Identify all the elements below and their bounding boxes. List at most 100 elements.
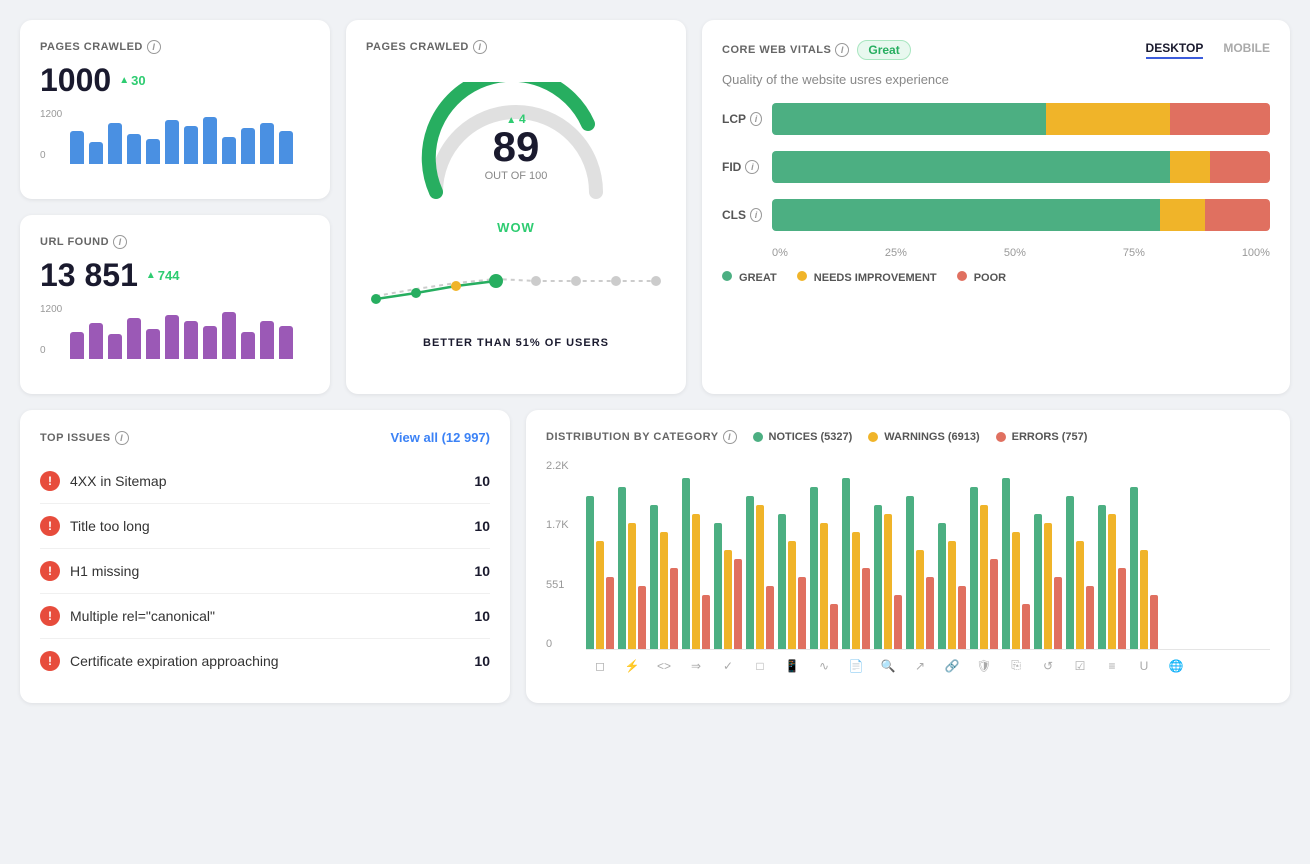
warnings-bar (948, 541, 956, 649)
cwv-fid-track (772, 151, 1270, 183)
bar (89, 142, 103, 164)
cwv-legend-needs: NEEDS IMPROVEMENT (797, 271, 937, 284)
notices-bar (938, 523, 946, 649)
errors-bar (766, 586, 774, 649)
warnings-bar (660, 532, 668, 649)
warnings-bar (884, 514, 892, 649)
tab-desktop[interactable]: DESKTOP (1146, 41, 1204, 59)
dist-legend-notices: NOTICES (5327) (753, 431, 853, 443)
notices-bar (586, 496, 594, 649)
icon-check: ✓ (714, 658, 742, 673)
issue-count: 10 (474, 518, 490, 534)
icon-checkbox: ☑ (1066, 658, 1094, 673)
bottom-row: TOP ISSUES i View all (12 997) ! 4XX in … (20, 410, 1290, 703)
cwv-badge: Great (857, 40, 910, 60)
issues-info-icon[interactable]: i (115, 431, 129, 445)
dist-header: DISTRIBUTION BY CATEGORY i NOTICES (5327… (546, 430, 1270, 444)
bar (70, 332, 84, 360)
pages-crawled-card: PAGES CRAWLED i 1000 30 1200 0 (20, 20, 330, 199)
cwv-label: CORE WEB VITALS i (722, 43, 849, 57)
bar (165, 315, 179, 359)
cwv-cls-row: CLS i (722, 199, 1270, 231)
gauge-card: PAGES CRAWLED i 4 89 OUT OF 100 WOW (346, 20, 686, 394)
errors-bar (894, 595, 902, 649)
issues-list: ! 4XX in Sitemap 10 ! Title too long 10 … (40, 459, 490, 683)
cwv-info-icon[interactable]: i (835, 43, 849, 57)
notices-bar (682, 478, 690, 649)
bar (222, 137, 236, 165)
issue-label: Multiple rel="canonical" (70, 608, 464, 624)
errors-bar (1150, 595, 1158, 649)
dist-bar-group (682, 478, 710, 649)
errors-dot (996, 432, 1006, 442)
dist-bar-group (650, 505, 678, 649)
url-found-label: URL FOUND i (40, 235, 310, 249)
cwv-lcp-label: LCP i (722, 112, 762, 126)
dist-bar-group (586, 496, 614, 649)
distribution-card: DISTRIBUTION BY CATEGORY i NOTICES (5327… (526, 410, 1290, 703)
issue-label: H1 missing (70, 563, 464, 579)
errors-bar (958, 586, 966, 649)
cwv-card: CORE WEB VITALS i Great DESKTOP MOBILE Q… (702, 20, 1290, 394)
bar (203, 117, 217, 164)
dist-bar-group (874, 505, 902, 649)
dist-bar-group (746, 496, 774, 649)
bar (279, 326, 293, 359)
errors-bar (926, 577, 934, 649)
fid-info-icon[interactable]: i (745, 160, 759, 174)
notices-bar (1034, 514, 1042, 649)
cwv-fid-label: FID i (722, 160, 762, 174)
notices-bar (1002, 478, 1010, 649)
bar (108, 334, 122, 359)
bar (260, 321, 274, 360)
notices-bar (778, 514, 786, 649)
bar (184, 321, 198, 360)
left-column: PAGES CRAWLED i 1000 30 1200 0 URL FOUND… (20, 20, 330, 394)
url-found-info-icon[interactable]: i (113, 235, 127, 249)
tab-mobile[interactable]: MOBILE (1223, 41, 1270, 59)
icon-link: 🔗 (938, 658, 966, 673)
errors-bar (862, 568, 870, 649)
dist-y-labels: 2.2K 1.7K 551 0 (546, 460, 581, 650)
cls-needs-seg (1160, 199, 1205, 231)
gauge-container: 4 89 OUT OF 100 WOW (366, 62, 666, 374)
issue-count: 10 (474, 653, 490, 669)
notices-dot (753, 432, 763, 442)
error-icon: ! (40, 651, 60, 671)
fid-great-seg (772, 151, 1170, 183)
cwv-legend: GREAT NEEDS IMPROVEMENT POOR (722, 271, 1270, 284)
dist-bars-container (586, 460, 1270, 650)
dist-bar-group (714, 523, 742, 649)
poor-dot (957, 271, 967, 281)
warnings-bar (1012, 532, 1020, 649)
notices-bar (970, 487, 978, 649)
issue-row: ! 4XX in Sitemap 10 (40, 459, 490, 504)
cls-info-icon[interactable]: i (750, 208, 762, 222)
lcp-info-icon[interactable]: i (750, 112, 762, 126)
issue-row: ! Multiple rel="canonical" 10 (40, 594, 490, 639)
warnings-bar (1140, 550, 1148, 649)
gauge-info-icon[interactable]: i (473, 40, 487, 54)
icon-code: <> (650, 658, 678, 673)
bar (222, 312, 236, 359)
cwv-legend-poor: POOR (957, 271, 1006, 284)
view-all-link[interactable]: View all (12 997) (391, 430, 491, 445)
notices-bar (1066, 496, 1074, 649)
gauge-rating: WOW (497, 220, 535, 235)
issue-label: 4XX in Sitemap (70, 473, 464, 489)
icon-underline: U (1130, 658, 1158, 673)
dist-info-icon[interactable]: i (723, 430, 737, 444)
bar (165, 120, 179, 164)
warnings-bar (628, 523, 636, 649)
bar (127, 134, 141, 164)
cwv-lcp-track (772, 103, 1270, 135)
warnings-bar (980, 505, 988, 649)
errors-bar (798, 577, 806, 649)
pages-crawled-info-icon[interactable]: i (147, 40, 161, 54)
bar (279, 131, 293, 164)
cwv-title-row: CORE WEB VITALS i Great (722, 40, 911, 60)
gauge-score: 89 (485, 126, 548, 168)
issues-label: TOP ISSUES i (40, 431, 129, 445)
error-icon: ! (40, 606, 60, 626)
warnings-bar (724, 550, 732, 649)
